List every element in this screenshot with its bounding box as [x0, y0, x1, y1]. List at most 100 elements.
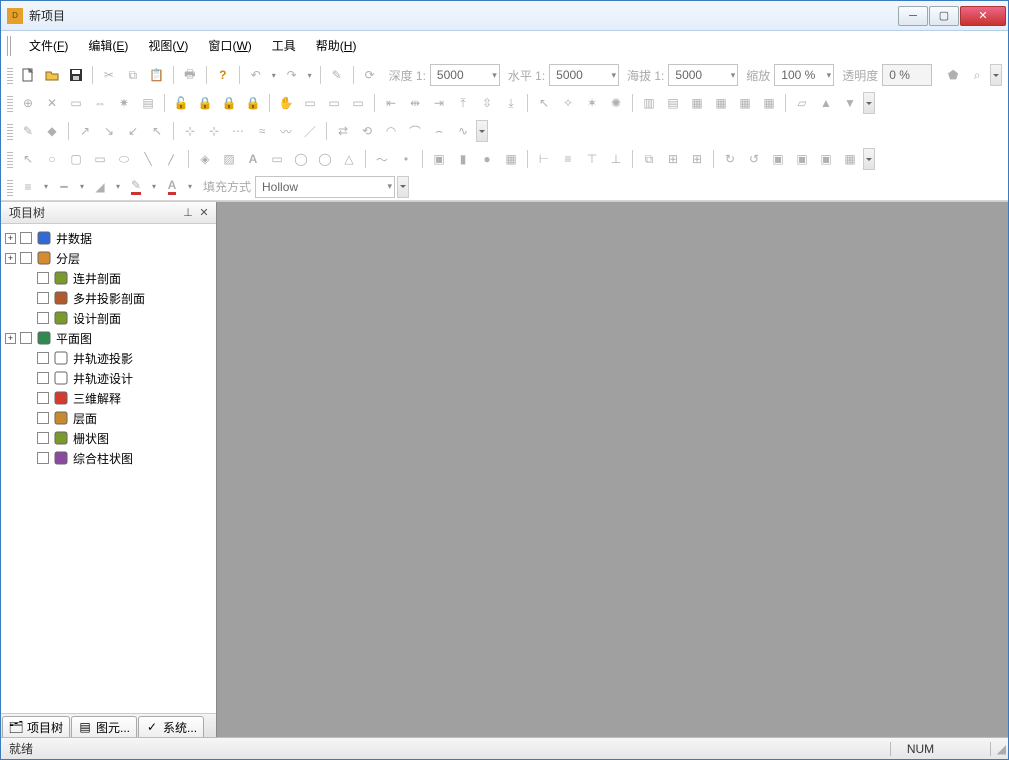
- tree-item[interactable]: 三维解释: [3, 388, 214, 408]
- group-b-icon[interactable]: ⊞: [686, 148, 708, 170]
- cursor-icon[interactable]: ↖: [533, 92, 555, 114]
- toolbar-overflow[interactable]: [476, 120, 488, 142]
- paste-button[interactable]: 📋: [146, 64, 168, 86]
- pages-icon[interactable]: ▭: [347, 92, 369, 114]
- arc-b-icon[interactable]: ⌢: [428, 120, 450, 142]
- elev-combo[interactable]: 5000▾: [668, 64, 738, 86]
- node-b-icon[interactable]: ⊹: [203, 120, 225, 142]
- toolbar-grip[interactable]: [7, 150, 13, 168]
- table-icon[interactable]: ▦: [500, 148, 522, 170]
- chart-bar-icon[interactable]: ▮: [452, 148, 474, 170]
- star-icon[interactable]: ✶: [581, 92, 603, 114]
- ruler-c-icon[interactable]: ⊤: [581, 148, 603, 170]
- tree-item[interactable]: 栅状图: [3, 428, 214, 448]
- node-c-icon[interactable]: ⋯: [227, 120, 249, 142]
- cut-button[interactable]: ✂: [98, 64, 120, 86]
- tree-checkbox[interactable]: [20, 232, 32, 244]
- copy-button[interactable]: ⧉: [122, 64, 144, 86]
- dist-v-icon[interactable]: ▤: [662, 92, 684, 114]
- menu-window[interactable]: 窗口(W): [200, 33, 259, 58]
- line-icon[interactable]: ╲: [137, 148, 159, 170]
- flag-icon[interactable]: ▱: [791, 92, 813, 114]
- grid-c-icon[interactable]: ▦: [734, 92, 756, 114]
- tree-item[interactable]: 井轨迹设计: [3, 368, 214, 388]
- align-left-icon[interactable]: ⇤: [380, 92, 402, 114]
- grid-d-icon[interactable]: ▦: [758, 92, 780, 114]
- group-a-icon[interactable]: ⊞: [662, 148, 684, 170]
- label-icon[interactable]: ▭: [266, 148, 288, 170]
- align-top-icon[interactable]: ⤒: [452, 92, 474, 114]
- menubar-grip[interactable]: [7, 36, 13, 56]
- tab-system[interactable]: ✓系统...: [138, 716, 204, 737]
- bring-front-icon[interactable]: ▲: [815, 92, 837, 114]
- select-rect-icon[interactable]: ▭: [65, 92, 87, 114]
- lock-b-icon[interactable]: 🔒: [242, 92, 264, 114]
- tree-checkbox[interactable]: [37, 352, 49, 364]
- project-tree[interactable]: +井数据+分层连井剖面多井投影剖面设计剖面+平面图井轨迹投影井轨迹设计三维解释层…: [1, 224, 216, 713]
- toolbar-overflow[interactable]: [397, 176, 409, 198]
- lock-a-icon[interactable]: 🔒: [218, 92, 240, 114]
- undo-dropdown[interactable]: ▾: [269, 71, 279, 80]
- text-icon[interactable]: A: [242, 148, 264, 170]
- anchor-a-icon[interactable]: ↗: [74, 120, 96, 142]
- ruler-a-icon[interactable]: ⊢: [533, 148, 555, 170]
- align-right-icon[interactable]: ⇥: [428, 92, 450, 114]
- panel-pin-icon[interactable]: ⊥: [180, 205, 196, 221]
- font-color-dropdown[interactable]: ▾: [185, 182, 195, 191]
- menu-help[interactable]: 帮助(H): [308, 33, 365, 58]
- line-style-icon[interactable]: ≡: [17, 176, 39, 198]
- toolbar-grip[interactable]: [7, 66, 13, 84]
- well-symbol-icon[interactable]: ◈: [194, 148, 216, 170]
- tree-expander[interactable]: +: [5, 333, 16, 344]
- new-file-button[interactable]: [17, 64, 39, 86]
- maximize-button[interactable]: ▢: [929, 6, 959, 26]
- ellipse-icon[interactable]: ⬭: [113, 148, 135, 170]
- close-button[interactable]: ✕: [960, 6, 1006, 26]
- toolbar-overflow[interactable]: [863, 148, 875, 170]
- tree-checkbox[interactable]: [37, 272, 49, 284]
- curve-icon[interactable]: 〰: [275, 120, 297, 142]
- polyline-icon[interactable]: 〳: [161, 148, 183, 170]
- dist-h-icon[interactable]: ▥: [638, 92, 660, 114]
- undo-button[interactable]: ↶: [245, 64, 267, 86]
- horiz-combo[interactable]: 5000▾: [549, 64, 619, 86]
- redo-dropdown[interactable]: ▾: [305, 71, 315, 80]
- save-button[interactable]: [65, 64, 87, 86]
- triangle-icon[interactable]: △: [338, 148, 360, 170]
- node-a-icon[interactable]: ⊹: [179, 120, 201, 142]
- tree-checkbox[interactable]: [20, 252, 32, 264]
- layer-b-icon[interactable]: ▣: [791, 148, 813, 170]
- toolbar-overflow[interactable]: [863, 92, 875, 114]
- titlebar[interactable]: D 新项目 ─ ▢ ✕: [1, 1, 1008, 31]
- menu-edit[interactable]: 编辑(E): [80, 33, 136, 58]
- line-weight-icon[interactable]: ━: [53, 176, 75, 198]
- tree-checkbox[interactable]: [20, 332, 32, 344]
- burst-icon[interactable]: ✺: [605, 92, 627, 114]
- flip-h-icon[interactable]: ⇔: [89, 92, 111, 114]
- edit-point-icon[interactable]: ◆: [41, 120, 63, 142]
- disc-icon[interactable]: ●: [476, 148, 498, 170]
- binoculars-icon[interactable]: ⌕: [966, 64, 988, 86]
- toolbar-grip[interactable]: [7, 94, 13, 112]
- tree-item[interactable]: 层面: [3, 408, 214, 428]
- print-button[interactable]: 🖶: [179, 64, 201, 86]
- help-button[interactable]: ?: [212, 64, 234, 86]
- grid-b-icon[interactable]: ▦: [710, 92, 732, 114]
- round-rect-icon[interactable]: ▢: [65, 148, 87, 170]
- tree-expander[interactable]: +: [5, 253, 16, 264]
- delete-icon[interactable]: ✕: [41, 92, 63, 114]
- redo-button[interactable]: ↷: [281, 64, 303, 86]
- pointer-icon[interactable]: ↖: [17, 148, 39, 170]
- page-shadow-icon[interactable]: ▭: [323, 92, 345, 114]
- task-icon[interactable]: ▤: [137, 92, 159, 114]
- open-file-button[interactable]: [41, 64, 63, 86]
- line-weight-dropdown[interactable]: ▾: [77, 182, 87, 191]
- tree-item[interactable]: +平面图: [3, 328, 214, 348]
- rotate-cw-icon[interactable]: ↻: [719, 148, 741, 170]
- node-d-icon[interactable]: ≈: [251, 120, 273, 142]
- menu-view[interactable]: 视图(V): [140, 33, 196, 58]
- align-bottom-icon[interactable]: ⤓: [500, 92, 522, 114]
- pencil-icon[interactable]: ✎: [17, 120, 39, 142]
- wand-icon[interactable]: ✧: [557, 92, 579, 114]
- fill-color-icon[interactable]: ◢: [89, 176, 111, 198]
